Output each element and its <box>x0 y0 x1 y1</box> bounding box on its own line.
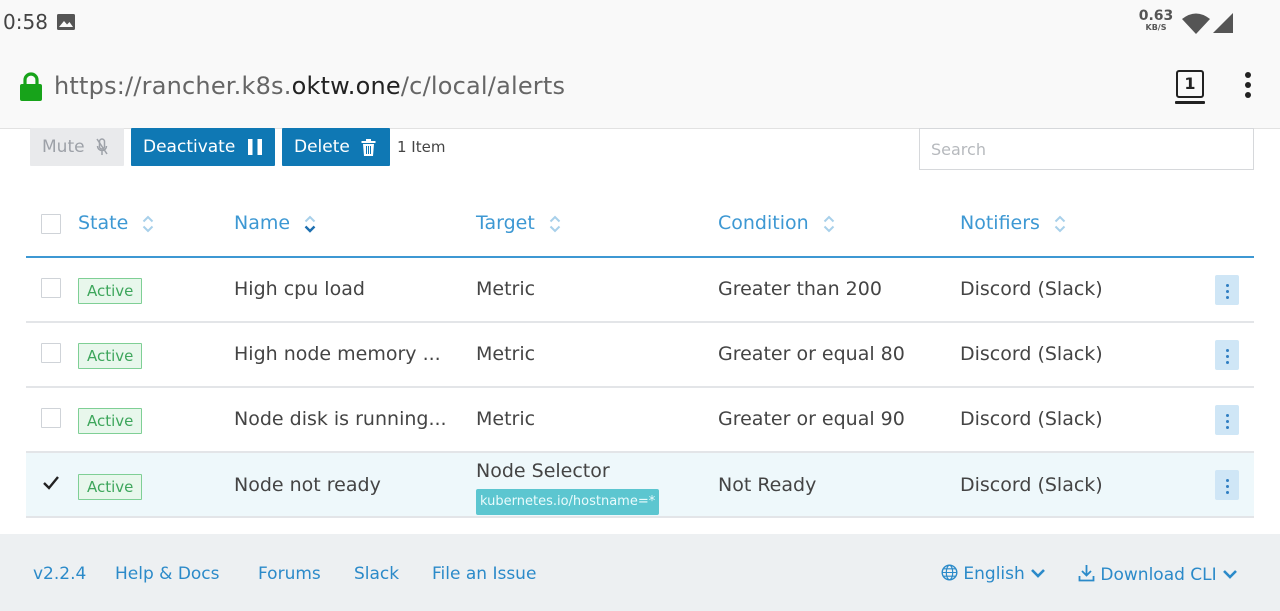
chevron-down-icon <box>1223 570 1237 579</box>
deactivate-button[interactable]: Deactivate <box>131 128 275 166</box>
trash-icon <box>361 138 376 156</box>
status-badge: Active <box>78 408 143 434</box>
row-checkbox[interactable] <box>41 473 61 493</box>
sort-descending-icon <box>304 215 316 233</box>
file-issue-link[interactable]: File an Issue <box>432 564 536 584</box>
column-header-target[interactable]: Target <box>476 212 561 234</box>
alert-notifiers: Discord (Slack) <box>960 343 1103 365</box>
table-row[interactable]: Active Node not ready Node Selector kube… <box>26 453 1254 518</box>
table-row[interactable]: Active High node memory ... Metric Great… <box>26 323 1254 388</box>
table-header: State Name Target Condition Notifiers <box>26 196 1254 259</box>
alert-notifiers: Discord (Slack) <box>960 474 1103 496</box>
language-selector[interactable]: English <box>941 564 1046 584</box>
row-actions-button[interactable] <box>1215 405 1239 435</box>
table-row[interactable]: Active High cpu load Metric Greater than… <box>26 258 1254 323</box>
status-badge: Active <box>78 474 143 500</box>
row-actions-button[interactable] <box>1215 340 1239 370</box>
delete-button[interactable]: Delete <box>282 128 390 166</box>
help-docs-link[interactable]: Help & Docs <box>115 564 220 584</box>
forums-link[interactable]: Forums <box>258 564 321 584</box>
alert-target: Metric <box>476 343 536 365</box>
browser-address-bar: https://rancher.k8s.oktw.one/c/local/ale… <box>0 46 1280 129</box>
network-speed: 0.63 KB/S <box>1138 8 1174 32</box>
sort-icon <box>549 215 561 232</box>
alert-target: Metric <box>476 278 536 300</box>
globe-icon <box>941 564 958 581</box>
alert-name[interactable]: High cpu load <box>234 278 365 300</box>
alert-notifiers: Discord (Slack) <box>960 278 1103 300</box>
column-header-notifiers[interactable]: Notifiers <box>960 212 1066 234</box>
alert-condition: Not Ready <box>718 474 817 496</box>
column-header-name[interactable]: Name <box>234 212 316 234</box>
image-notification-icon <box>57 14 75 30</box>
alert-target: Node Selector <box>476 460 610 482</box>
microphone-icon <box>96 138 108 155</box>
status-badge: Active <box>78 278 143 304</box>
search-input[interactable] <box>919 128 1254 170</box>
row-actions-button[interactable] <box>1215 275 1239 305</box>
tab-switcher-button[interactable]: 1 <box>1175 70 1205 104</box>
select-all-checkbox[interactable] <box>41 214 61 234</box>
lock-icon <box>20 72 42 101</box>
column-header-state[interactable]: State <box>78 212 154 234</box>
sort-icon <box>823 215 834 232</box>
alert-notifiers: Discord (Slack) <box>960 408 1103 430</box>
row-checkbox[interactable] <box>41 278 61 298</box>
status-badge: Active <box>78 343 143 369</box>
wifi-icon <box>1182 13 1210 34</box>
download-cli-selector[interactable]: Download CLI <box>1078 564 1238 585</box>
pause-icon <box>247 139 262 155</box>
slack-link[interactable]: Slack <box>354 564 399 584</box>
chevron-down-icon <box>1031 569 1046 578</box>
sort-icon <box>1054 215 1066 232</box>
alert-name[interactable]: Node not ready <box>234 474 381 496</box>
table-row[interactable]: Active Node disk is running... Metric Gr… <box>26 388 1254 453</box>
version-link[interactable]: v2.2.4 <box>33 564 86 584</box>
row-checkbox[interactable] <box>41 408 61 428</box>
row-checkbox[interactable] <box>41 343 61 363</box>
item-count: 1 Item <box>397 138 446 156</box>
alert-name[interactable]: High node memory ... <box>234 343 441 365</box>
url-field[interactable]: https://rancher.k8s.oktw.one/c/local/ale… <box>54 72 565 100</box>
mute-button[interactable]: Mute <box>30 128 124 166</box>
footer: v2.2.4 Help & Docs Forums Slack File an … <box>0 534 1280 611</box>
download-icon <box>1078 565 1095 582</box>
row-actions-button[interactable] <box>1215 470 1239 500</box>
cellular-signal-icon <box>1213 13 1233 33</box>
column-header-condition[interactable]: Condition <box>718 212 835 234</box>
alert-condition: Greater than 200 <box>718 278 882 300</box>
browser-menu-button[interactable] <box>1238 72 1258 102</box>
alert-target: Metric <box>476 408 536 430</box>
alert-condition: Greater or equal 90 <box>718 408 905 430</box>
alert-condition: Greater or equal 80 <box>718 343 905 365</box>
checkmark-icon <box>43 476 59 490</box>
alert-name[interactable]: Node disk is running... <box>234 408 447 430</box>
status-time: 0:58 <box>3 10 48 34</box>
status-bar: 0:58 0.63 KB/S <box>0 0 1280 46</box>
target-selector-tag: kubernetes.io/hostname=* <box>476 489 660 515</box>
sort-icon <box>143 215 154 232</box>
